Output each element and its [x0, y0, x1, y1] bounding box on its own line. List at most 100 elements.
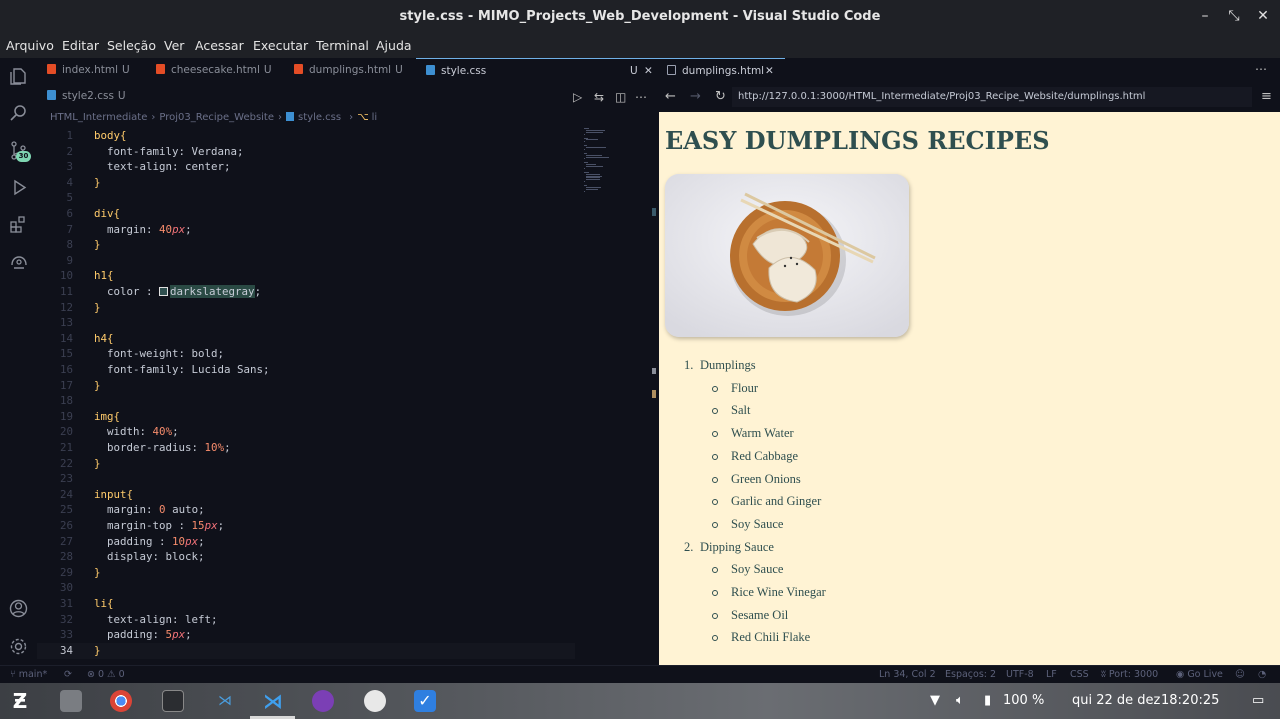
- code-line[interactable]: 27 padding : 10px;: [37, 534, 577, 550]
- code-line[interactable]: 15 font-weight: bold;: [37, 346, 577, 362]
- files-icon[interactable]: [60, 690, 82, 712]
- problems-status[interactable]: ⊗ 0 ⚠ 0: [87, 669, 125, 680]
- branch-status[interactable]: ⑂ main*: [10, 669, 47, 680]
- back-icon[interactable]: ←: [665, 89, 676, 104]
- tab-style-css[interactable]: style.css U ✕: [416, 58, 659, 83]
- live-server-port[interactable]: ʬ Port: 3000: [1101, 669, 1158, 680]
- code-line[interactable]: 21 border-radius: 10%;: [37, 440, 577, 456]
- code-line[interactable]: 18: [37, 393, 577, 409]
- eol-status[interactable]: LF: [1046, 669, 1057, 680]
- encoding-status[interactable]: UTF-8: [1006, 669, 1034, 680]
- code-line[interactable]: 7 margin: 40px;: [37, 222, 577, 238]
- code-line[interactable]: 10 h1{: [37, 268, 577, 284]
- menu-selecao[interactable]: Seleção: [107, 38, 156, 53]
- vscode-icon[interactable]: ⋊: [262, 690, 284, 712]
- tasks-app-icon[interactable]: ✓: [414, 690, 436, 712]
- forward-icon[interactable]: →: [690, 89, 701, 104]
- battery-icon[interactable]: ▮: [984, 693, 991, 708]
- url-input[interactable]: http://127.0.0.1:3000/HTML_Intermediate/…: [732, 87, 1252, 107]
- minimize-icon[interactable]: –: [1195, 6, 1215, 26]
- code-line[interactable]: 25 margin: 0 auto;: [37, 502, 577, 518]
- breadcrumb-symbol[interactable]: ⌥ li: [357, 112, 381, 123]
- wifi-icon[interactable]: ▼: [930, 693, 940, 708]
- run-debug-icon[interactable]: [8, 177, 29, 198]
- sync-icon[interactable]: ⟳: [64, 669, 72, 680]
- close-tab-icon[interactable]: ✕: [644, 59, 653, 84]
- tab-index-html[interactable]: index.html U: [47, 58, 130, 83]
- tab-cheesecake-html[interactable]: cheesecake.html U: [156, 58, 272, 83]
- show-desktop-icon[interactable]: ▭: [1252, 693, 1264, 708]
- chrome-icon[interactable]: [110, 690, 132, 712]
- vscode-alt-icon[interactable]: ⋊: [214, 690, 236, 712]
- zorin-menu-icon[interactable]: Ƶ: [9, 690, 31, 712]
- code-line[interactable]: 20 width: 40%;: [37, 424, 577, 440]
- go-live-button[interactable]: ◉ Go Live: [1176, 669, 1223, 680]
- menu-ver[interactable]: Ver: [164, 38, 184, 53]
- terminal-icon[interactable]: [162, 690, 184, 712]
- code-line[interactable]: 3 text-align: center;: [37, 159, 577, 175]
- time-display[interactable]: 18:20:25: [1161, 693, 1219, 708]
- code-line[interactable]: 2 font-family: Verdana;: [37, 144, 577, 160]
- tab-dumplings-preview[interactable]: dumplings.html ✕: [659, 58, 785, 83]
- menu-acessar[interactable]: Acessar: [195, 38, 244, 53]
- code-line[interactable]: 26 margin-top : 15px;: [37, 518, 577, 534]
- browser-menu-icon[interactable]: ≡: [1261, 89, 1272, 104]
- gear-icon[interactable]: [8, 636, 29, 657]
- indentation-status[interactable]: Espaços: 2: [945, 669, 996, 680]
- code-line[interactable]: 5: [37, 190, 577, 206]
- code-line[interactable]: 22}: [37, 456, 577, 472]
- search-icon[interactable]: [8, 103, 29, 124]
- code-line[interactable]: 30: [37, 580, 577, 596]
- github-desktop-icon[interactable]: [312, 690, 334, 712]
- code-line[interactable]: 19 img{: [37, 409, 577, 425]
- code-line[interactable]: 9: [37, 253, 577, 269]
- run-file-icon[interactable]: ▷: [573, 90, 582, 104]
- code-line[interactable]: 1 body{: [37, 128, 577, 144]
- extensions-icon[interactable]: [8, 214, 29, 235]
- feedback-icon[interactable]: ☺: [1235, 669, 1245, 680]
- breadcrumb-file[interactable]: style.css: [286, 112, 345, 123]
- code-line[interactable]: 29}: [37, 565, 577, 581]
- menu-terminal[interactable]: Terminal: [316, 38, 369, 53]
- menu-editar[interactable]: Editar: [62, 38, 99, 53]
- compare-changes-icon[interactable]: ⇆: [594, 90, 604, 104]
- menu-arquivo[interactable]: Arquivo: [6, 38, 54, 53]
- volume-icon[interactable]: 🔈︎: [956, 693, 964, 708]
- code-line[interactable]: 28 display: block;: [37, 549, 577, 565]
- code-line[interactable]: 34}: [37, 643, 577, 659]
- code-line[interactable]: 32 text-align: left;: [37, 612, 577, 628]
- remote-explorer-icon[interactable]: [8, 251, 29, 272]
- menu-ajuda[interactable]: Ajuda: [376, 38, 412, 53]
- split-editor-icon[interactable]: ◫: [615, 90, 626, 104]
- tab-style2-css[interactable]: style2.css U: [47, 84, 126, 109]
- code-line[interactable]: 23: [37, 471, 577, 487]
- code-line[interactable]: 33 padding: 5px;: [37, 627, 577, 643]
- explorer-icon[interactable]: [8, 66, 29, 87]
- code-line[interactable]: 6 div{: [37, 206, 577, 222]
- date-display[interactable]: qui 22 de dez: [1072, 693, 1160, 708]
- code-line[interactable]: 8}: [37, 237, 577, 253]
- code-line[interactable]: 24 input{: [37, 487, 577, 503]
- language-status[interactable]: CSS: [1070, 669, 1089, 680]
- cursor-position[interactable]: Ln 34, Col 2: [879, 669, 936, 680]
- menu-executar[interactable]: Executar: [253, 38, 308, 53]
- tab-dumplings-html[interactable]: dumplings.html U: [294, 58, 403, 83]
- color-swatch[interactable]: [159, 287, 169, 296]
- code-editor[interactable]: 1 body{2 font-family: Verdana; 3 text-alig…: [37, 128, 577, 665]
- reload-icon[interactable]: ↻: [715, 89, 726, 104]
- breadcrumb-folder[interactable]: Proj03_Recipe_Website: [159, 112, 274, 123]
- minimap[interactable]: [580, 128, 652, 198]
- more-actions-icon[interactable]: ⋯: [1255, 62, 1267, 76]
- account-icon[interactable]: [8, 598, 29, 619]
- notifications-icon[interactable]: ◔: [1258, 669, 1266, 680]
- code-line[interactable]: 17}: [37, 378, 577, 394]
- code-line[interactable]: 16 font-family: Lucida Sans;: [37, 362, 577, 378]
- restore-icon[interactable]: ⤡: [1224, 6, 1244, 26]
- code-line[interactable]: 11 color : darkslategray;: [37, 284, 577, 300]
- close-tab-icon[interactable]: ✕: [765, 59, 774, 84]
- code-line[interactable]: 4}: [37, 175, 577, 191]
- clock-app-icon[interactable]: [364, 690, 386, 712]
- breadcrumb-folder[interactable]: HTML_Intermediate: [50, 112, 147, 123]
- code-line[interactable]: 12}: [37, 300, 577, 316]
- close-icon[interactable]: ✕: [1253, 6, 1273, 26]
